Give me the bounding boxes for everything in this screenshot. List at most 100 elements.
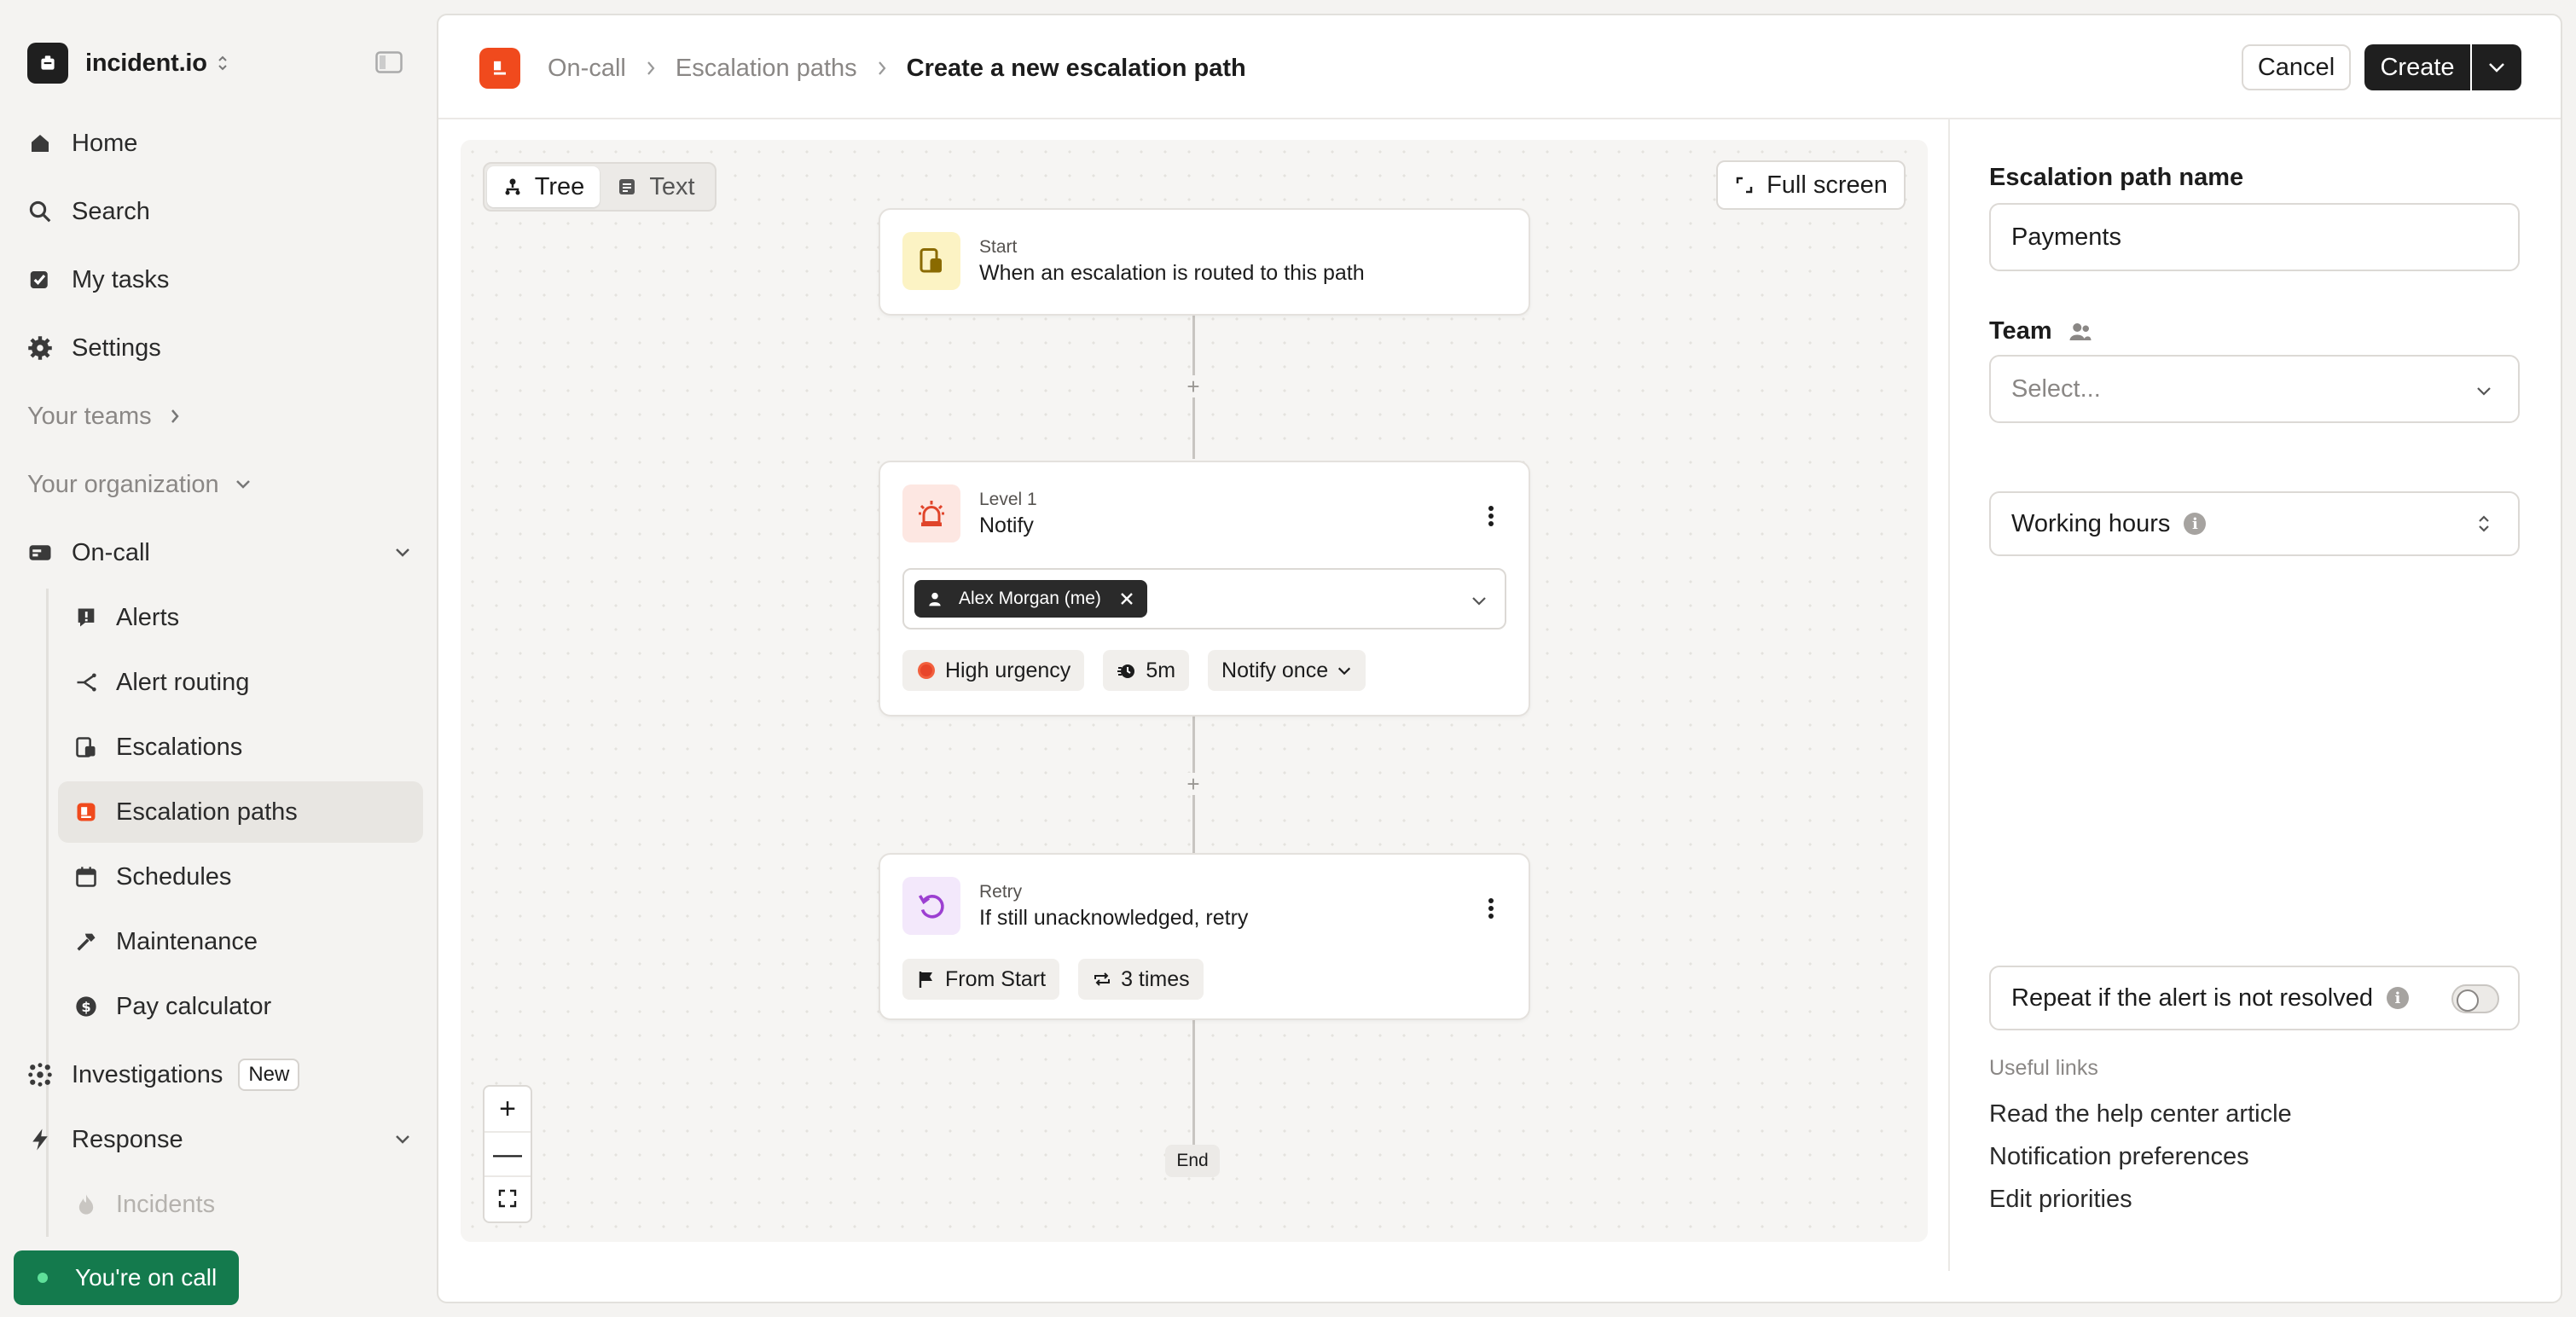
delay-label: 5m	[1146, 658, 1176, 682]
retry-node-header: Retry If still unacknowledged, retry	[902, 877, 1248, 935]
assignee-chip: Alex Morgan (me)	[914, 580, 1147, 618]
zoom-in-button[interactable]: +	[484, 1087, 531, 1131]
urgency-chip[interactable]: High urgency	[902, 650, 1085, 691]
repeat-label: Repeat if the alert is not resolved	[2011, 983, 2373, 1012]
nav-escalations[interactable]: Escalations	[58, 717, 423, 778]
repeat-toggle[interactable]	[2451, 984, 2499, 1013]
edit-priorities-link[interactable]: Edit priorities	[1989, 1186, 2132, 1214]
nav-escalation-paths-label: Escalation paths	[116, 798, 298, 826]
alert-icon	[73, 605, 99, 630]
notify-mode-chip[interactable]: Notify once	[1208, 650, 1366, 691]
tab-text[interactable]: Text	[600, 166, 712, 207]
escalation-path-icon	[73, 799, 99, 825]
delay-chip[interactable]: 5m	[1103, 650, 1190, 691]
expand-icon	[1736, 177, 1753, 194]
sidebar-toggle-icon[interactable]	[375, 51, 403, 73]
help-center-link[interactable]: Read the help center article	[1989, 1100, 2292, 1128]
nav-alerts[interactable]: Alerts	[58, 587, 423, 648]
investigations-icon	[27, 1062, 53, 1088]
nav-alert-routing[interactable]: Alert routing	[58, 652, 423, 713]
nav-investigations[interactable]: Investigations New	[27, 1049, 300, 1100]
nav-investigations-label: Investigations	[72, 1060, 223, 1088]
nav-response[interactable]: Response	[27, 1114, 411, 1165]
more-options-icon[interactable]	[1488, 505, 1494, 527]
add-step-button[interactable]: +	[1182, 773, 1204, 795]
assignee-select[interactable]: Alex Morgan (me)	[902, 568, 1506, 629]
header: On-call Escalation paths Create a new es…	[438, 15, 2561, 119]
org-switcher[interactable]: incident.io	[27, 43, 229, 84]
breadcrumb-escalation-paths[interactable]: Escalation paths	[676, 55, 857, 83]
nav-incidents[interactable]: Incidents	[58, 1174, 423, 1235]
tab-tree[interactable]: Tree	[487, 166, 600, 207]
nav-my-tasks[interactable]: My tasks	[27, 254, 169, 305]
nav-your-teams[interactable]: Your teams	[27, 391, 181, 442]
tasks-icon	[27, 267, 53, 293]
calendar-icon	[73, 864, 99, 890]
nav-on-call[interactable]: On-call	[27, 527, 411, 578]
close-icon[interactable]	[1118, 590, 1135, 607]
retry-icon	[902, 877, 960, 935]
chevron-down-icon	[1338, 667, 1351, 676]
zoom-out-button[interactable]: —	[484, 1131, 531, 1175]
start-node[interactable]: Start When an escalation is routed to th…	[879, 208, 1530, 316]
create-button[interactable]: Create	[2364, 44, 2470, 90]
more-options-icon[interactable]	[1488, 897, 1494, 920]
on-call-icon	[27, 540, 53, 566]
cancel-button[interactable]: Cancel	[2242, 44, 2351, 90]
main-panel: On-call Escalation paths Create a new es…	[437, 14, 2562, 1303]
nav-maintenance[interactable]: Maintenance	[58, 911, 423, 972]
notification-preferences-link[interactable]: Notification preferences	[1989, 1143, 2249, 1171]
nav-pay-calculator-label: Pay calculator	[116, 992, 272, 1020]
repeat-icon	[1094, 972, 1111, 986]
start-node-header: Start When an escalation is routed to th…	[902, 232, 1365, 290]
text-doc-icon	[619, 179, 635, 194]
nav-maintenance-label: Maintenance	[116, 927, 258, 955]
nav-incidents-label: Incidents	[116, 1190, 216, 1218]
nav-schedules[interactable]: Schedules	[58, 846, 423, 908]
retry-from-chip[interactable]: From Start	[902, 959, 1060, 1000]
breadcrumb-on-call[interactable]: On-call	[548, 55, 626, 83]
working-hours-label: Working hours	[2011, 509, 2171, 537]
chevron-down-icon	[1472, 597, 1486, 606]
fullscreen-button[interactable]: Full screen	[1716, 160, 1906, 210]
nav-escalations-label: Escalations	[116, 733, 243, 761]
team-select-placeholder: Select...	[2011, 374, 2101, 403]
nav-alerts-label: Alerts	[116, 603, 180, 631]
nav-your-organization[interactable]: Your organization	[27, 459, 252, 510]
level-node[interactable]: Level 1 Notify Alex Morgan (me) High urg…	[879, 461, 1530, 717]
dollar-icon: $	[73, 994, 99, 1019]
nav-settings[interactable]: Settings	[27, 322, 161, 374]
home-icon	[27, 131, 53, 156]
team-select[interactable]: Select...	[1989, 355, 2520, 423]
chevron-right-icon	[171, 409, 179, 423]
nav-schedules-label: Schedules	[116, 862, 232, 891]
end-node: End	[1165, 1145, 1220, 1177]
level-node-header: Level 1 Notify	[902, 484, 1037, 542]
fullscreen-label: Full screen	[1767, 171, 1888, 199]
working-hours-select[interactable]: Working hours i	[1989, 491, 2520, 556]
siren-icon	[902, 484, 960, 542]
escalation-path-name-input[interactable]: Payments	[1989, 203, 2520, 271]
info-icon[interactable]: i	[2386, 987, 2409, 1009]
escalation-canvas[interactable]: Tree Text Full screen + + Start When an …	[461, 140, 1928, 1242]
nav-home[interactable]: Home	[27, 118, 137, 169]
chevron-down-icon	[396, 548, 409, 557]
sidebar: incident.io Home Search My tasks Setting…	[0, 0, 437, 1317]
flame-icon	[73, 1192, 99, 1217]
tree-icon	[505, 178, 520, 195]
add-step-button[interactable]: +	[1182, 375, 1204, 397]
retry-node[interactable]: Retry If still unacknowledged, retry Fro…	[879, 853, 1530, 1020]
nav-search[interactable]: Search	[27, 186, 150, 237]
nav-escalation-paths[interactable]: Escalation paths	[58, 781, 423, 843]
nav-pay-calculator[interactable]: $ Pay calculator	[58, 976, 423, 1037]
tab-text-label: Text	[649, 172, 695, 200]
info-icon[interactable]: i	[2184, 513, 2207, 535]
search-icon	[27, 199, 53, 224]
create-options-button[interactable]	[2472, 44, 2521, 90]
zoom-controls: + —	[483, 1085, 532, 1223]
on-call-status-button[interactable]: You're on call	[14, 1250, 239, 1305]
retry-times-chip[interactable]: 3 times	[1078, 959, 1204, 1000]
gear-icon	[27, 335, 53, 361]
level-settings: High urgency 5m Notify once	[902, 650, 1366, 691]
fit-view-button[interactable]	[484, 1175, 531, 1220]
